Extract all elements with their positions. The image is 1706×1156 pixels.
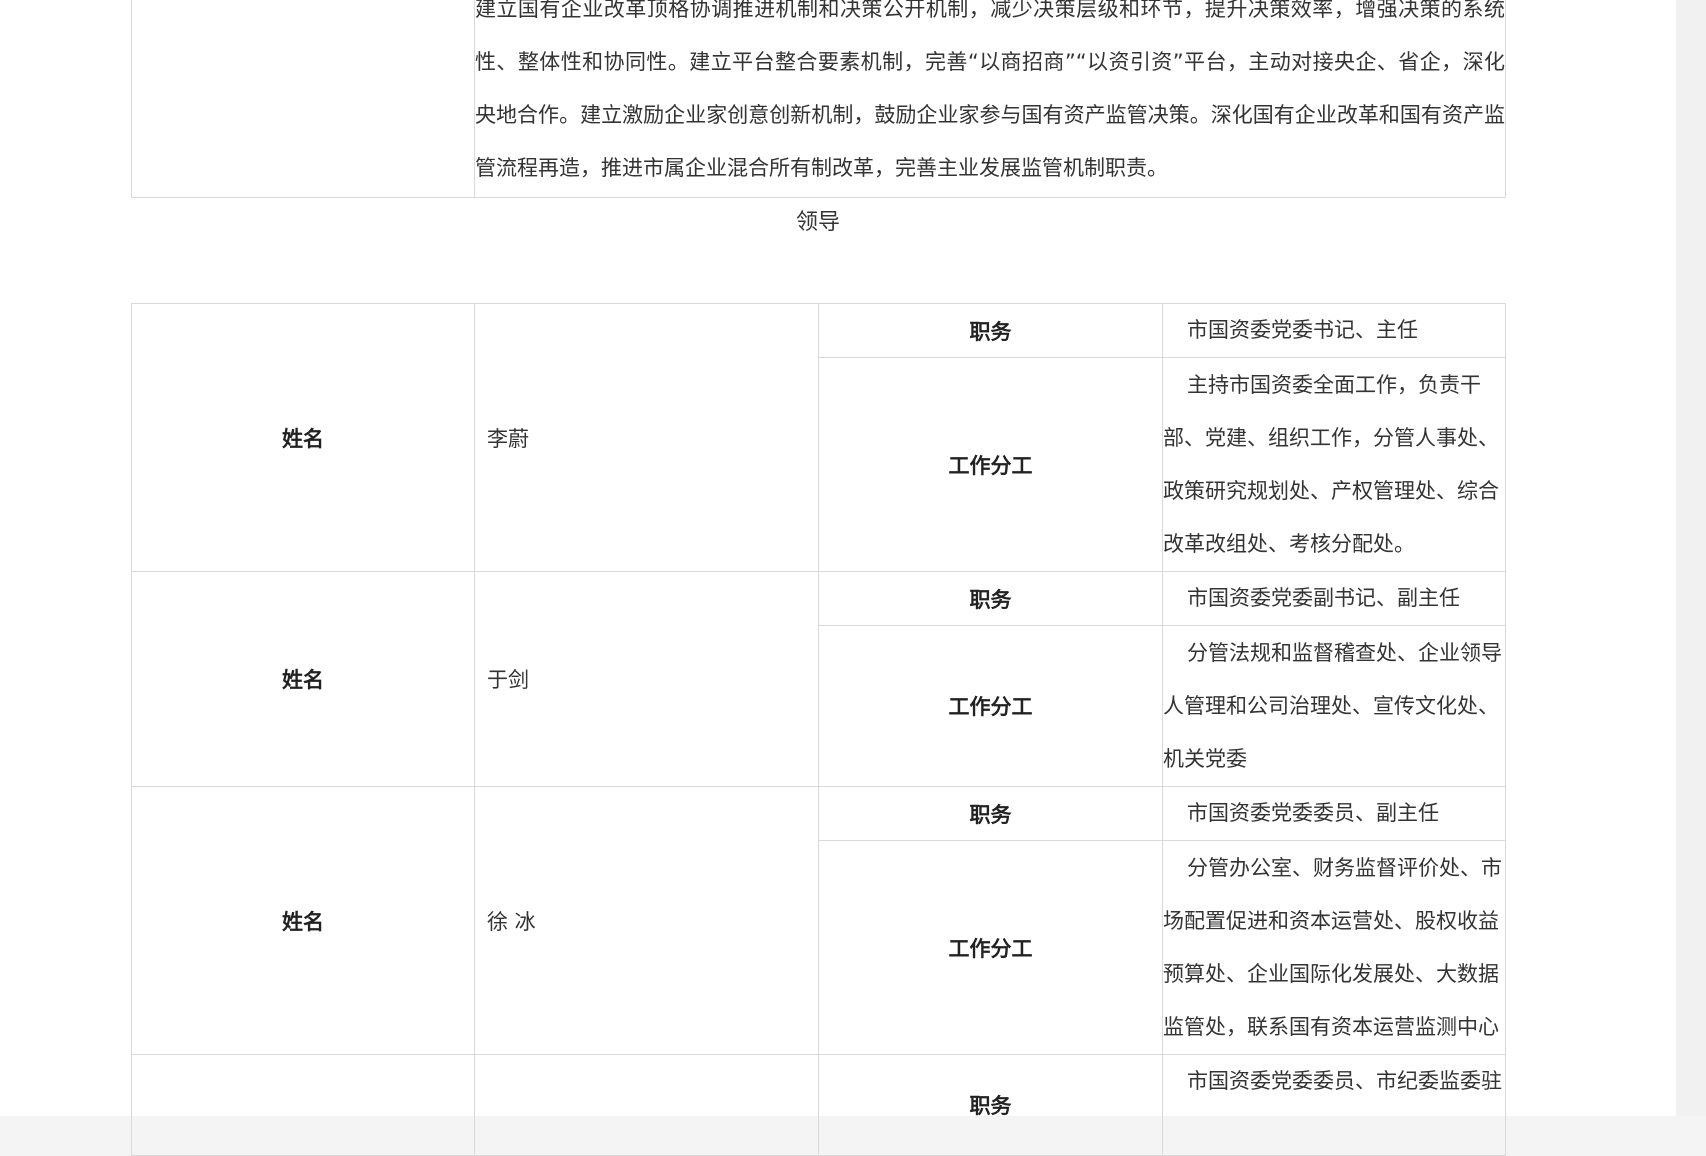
leader-position-cell: 市国资委党委委员、副主任 xyxy=(1162,786,1506,841)
leader-position-cell: 市国资委党委委员、市纪委监委驻 xyxy=(1162,1054,1506,1156)
name-label: 姓名 xyxy=(131,786,475,1055)
leader-duties: 分管办公室、财务监督评价处、市场配置促进和资本运营处、股权收益预算处、企业国际化… xyxy=(1163,855,1502,1039)
leader-duties: 主持市国资委全面工作，负责干部、党建、组织工作，分管人事处、政策研究规划处、产权… xyxy=(1163,372,1499,556)
section-title-leaders: 领导 xyxy=(795,210,840,235)
leader-duties: 分管法规和监督稽查处、企业领导人管理和公司治理处、宣传文化处、机关党委 xyxy=(1163,640,1502,771)
leader-position-cell: 市国资委党委书记、主任 xyxy=(1162,303,1506,358)
leader-name xyxy=(474,1054,819,1156)
leader-row-1-position: 姓名 李蔚 职务 市国资委党委书记、主任 xyxy=(131,303,1506,572)
intro-table: 建立国有企业改革顶格协调推进机制和决策公开机制，减少决策层级和环节，提升决策效率… xyxy=(131,0,1506,198)
leader-name: 李蔚 xyxy=(474,303,819,572)
leader-row-2-position: 姓名 于剑 职务 市国资委党委副书记、副主任 xyxy=(131,571,1506,787)
name-label xyxy=(131,1054,475,1156)
leader-name: 于剑 xyxy=(474,571,819,787)
leaders-table: 姓名 李蔚 职务 市国资委党委书记、主任 工作分工 主持市国资委全面工作，负责干… xyxy=(131,303,1506,1156)
leader-position: 市国资委党委委员、市纪委监委驻 xyxy=(1187,1069,1502,1093)
page: 建立国有企业改革顶格协调推进机制和决策公开机制，减少决策层级和环节，提升决策效率… xyxy=(0,0,1676,1156)
leader-row-4-position: 职务 市国资委党委委员、市纪委监委驻 xyxy=(131,1054,1506,1156)
intro-text: 建立国有企业改革顶格协调推进机制和决策公开机制，减少决策层级和环节，提升决策效率… xyxy=(475,0,1505,180)
name-label: 姓名 xyxy=(131,303,475,572)
leader-position: 市国资委党委副书记、副主任 xyxy=(1187,586,1460,610)
leader-position-cell: 市国资委党委副书记、副主任 xyxy=(1162,571,1506,626)
leader-row-3-position: 姓名 徐 冰 职务 市国资委党委委员、副主任 xyxy=(131,786,1506,1055)
position-label: 职务 xyxy=(818,1054,1163,1156)
name-label: 姓名 xyxy=(131,571,475,787)
scrollbar-gutter[interactable] xyxy=(1676,0,1706,1116)
position-label: 职务 xyxy=(818,571,1163,626)
leader-position: 市国资委党委书记、主任 xyxy=(1187,318,1418,342)
intro-label-cell xyxy=(131,0,475,198)
leader-duties-cell: 分管办公室、财务监督评价处、市场配置促进和资本运营处、股权收益预算处、企业国际化… xyxy=(1162,840,1506,1055)
duties-label: 工作分工 xyxy=(818,840,1163,1055)
duties-label: 工作分工 xyxy=(818,625,1163,787)
leader-position: 市国资委党委委员、副主任 xyxy=(1187,801,1439,825)
position-label: 职务 xyxy=(818,786,1163,841)
duties-label: 工作分工 xyxy=(818,357,1163,572)
leader-duties-cell: 主持市国资委全面工作，负责干部、党建、组织工作，分管人事处、政策研究规划处、产权… xyxy=(1162,357,1506,572)
leader-duties-cell: 分管法规和监督稽查处、企业领导人管理和公司治理处、宣传文化处、机关党委 xyxy=(1162,625,1506,787)
intro-text-cell: 建立国有企业改革顶格协调推进机制和决策公开机制，减少决策层级和环节，提升决策效率… xyxy=(474,0,1506,198)
position-label: 职务 xyxy=(818,303,1163,358)
leader-name: 徐 冰 xyxy=(474,786,819,1055)
